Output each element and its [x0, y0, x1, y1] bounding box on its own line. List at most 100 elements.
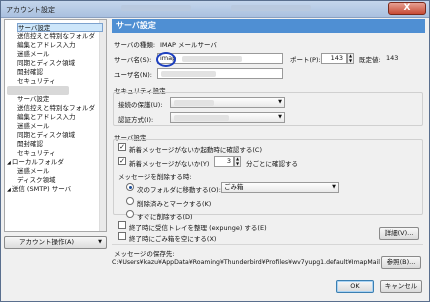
close-button[interactable]: X [388, 2, 426, 15]
delete-immediately-radio[interactable] [126, 210, 134, 218]
account-actions-button[interactable]: アカウント操作(A) ▼ [4, 236, 107, 249]
check-startup-label: 新着メッセージがないか起動時に確認する(C) [129, 146, 262, 154]
move-folder-label: 次のフォルダに移動する(O): [137, 186, 221, 194]
sidebar-item-label: セキュリティ [17, 77, 56, 85]
sidebar-item[interactable]: 迷惑メール [17, 122, 103, 131]
window-title: アカウント設定 [6, 6, 55, 14]
expunge-label: 終了時に受信トレイを整理 (expunge) する(E) [129, 224, 267, 232]
check-interval-input[interactable]: 3 [214, 156, 234, 167]
blurred-value [174, 100, 214, 106]
sidebar-item-label: セキュリティ [17, 149, 56, 157]
check-interval-value: 3 [226, 157, 231, 165]
check-every-label: 新着メッセージがないか(Y) [129, 160, 210, 168]
annotation-circle [156, 52, 176, 67]
divider [112, 244, 423, 245]
server-type-label: サーバの種類: [114, 41, 156, 49]
blurred-value [174, 115, 229, 121]
browse-button[interactable]: 参照(B)... [381, 256, 421, 269]
expand-triangle-icon[interactable]: ◢ [7, 160, 11, 166]
sidebar-item-label: 迷惑メール [17, 122, 50, 130]
mark-deleted-radio[interactable] [126, 197, 134, 205]
sidebar-item[interactable]: 編集とアドレス入力 [17, 113, 103, 122]
empty-trash-checkbox[interactable] [118, 232, 126, 240]
storage-path: C:¥Users¥kazu¥AppData¥Roaming¥Thunderbir… [112, 259, 380, 266]
sidebar-item-label: 編集とアドレス入力 [17, 113, 76, 121]
sidebar-item[interactable]: 迷惑メール [17, 167, 103, 176]
sidebar-item-label: 迷惑メール [17, 167, 50, 175]
sidebar-item-label: 編集とアドレス入力 [17, 41, 76, 49]
port-spinner[interactable]: ▲ ▼ [347, 53, 354, 64]
sidebar-item[interactable]: 同期とディスク領域 [17, 131, 103, 140]
sidebar-item[interactable]: 送信控えと特別なフォルダ [17, 32, 103, 41]
expand-triangle-icon[interactable]: ◢ [7, 187, 11, 193]
auth-method-label: 認証方式(I): [118, 116, 154, 124]
server-type-value: IMAP メールサーバ [160, 41, 217, 49]
chevron-down-icon: ▼ [332, 184, 336, 190]
connection-security-label: 接続の保護(U): [118, 101, 163, 109]
sidebar-item[interactable]: 送信控えと特別なフォルダ [17, 104, 103, 113]
check-every-suffix: 分ごとに確認する [246, 160, 298, 168]
check-interval-spinner[interactable]: ▲ ▼ [234, 156, 241, 167]
sidebar-item[interactable]: 開封確認 [17, 140, 103, 149]
check-startup-checkbox[interactable]: ✓ [118, 143, 126, 151]
sidebar-item-label: 同期とディスク領域 [17, 59, 76, 67]
chevron-down-icon: ▼ [278, 114, 282, 120]
check-every-checkbox[interactable]: ✓ [118, 157, 126, 165]
sidebar-item[interactable]: ◢ローカルフォルダ [7, 158, 103, 167]
sidebar-item[interactable]: サーバ設定 [17, 95, 103, 104]
username-input[interactable] [157, 68, 283, 79]
expunge-checkbox[interactable] [118, 221, 126, 229]
default-port-value: 143 [386, 54, 399, 62]
sidebar-item[interactable]: 編集とアドレス入力 [17, 41, 103, 50]
blurred-hostname [182, 56, 242, 62]
sidebar-item[interactable]: サーバ設定 [17, 23, 103, 32]
delete-immediately-label: すぐに削除する(D) [137, 213, 193, 221]
username-label: ユーザ名(N): [114, 71, 152, 79]
page-title: サーバ設定 [112, 19, 425, 33]
auth-method-select[interactable]: ▼ [170, 112, 285, 123]
sidebar-item-label: ディスク領域 [17, 176, 56, 184]
port-value: 143 [330, 54, 343, 62]
chevron-down-icon: ▼ [98, 239, 102, 245]
server-name-label: サーバ名(S): [114, 56, 152, 64]
sidebar-item-label: 送信控えと特別なフォルダ [17, 104, 95, 112]
trash-folder-select[interactable]: ごみ箱 ▼ [221, 182, 339, 193]
advanced-button[interactable]: 詳細(V)... [379, 227, 419, 240]
chevron-down-icon: ▼ [278, 99, 282, 105]
sidebar-item[interactable]: セキュリティ [17, 77, 103, 86]
blurred-title-text [231, 5, 311, 11]
title-bar: アカウント設定 X [1, 1, 429, 18]
port-input[interactable]: 143 [321, 53, 347, 64]
port-label: ポート(P): [290, 56, 321, 64]
sidebar-item-label: 送信控えと特別なフォルダ [17, 32, 95, 40]
account-actions-label: アカウント操作(A) [19, 238, 75, 246]
sidebar-item[interactable]: xxxxxxxxxxxxxxxx [7, 86, 103, 95]
sidebar-item[interactable]: ◢送信 (SMTP) サーバ [7, 185, 103, 194]
blurred-title-text [121, 5, 191, 11]
default-port-label: 既定値: [359, 56, 381, 64]
sidebar-item-label: xxxxxxxxxxxxxxxx [7, 86, 69, 95]
sidebar-item[interactable]: 迷惑メール [17, 50, 103, 59]
trash-folder-value: ごみ箱 [224, 183, 244, 191]
empty-trash-label: 終了時にごみ箱を空にする(X) [129, 235, 217, 243]
sidebar-item-label: ローカルフォルダ [11, 158, 64, 166]
sidebar-item-label: 迷惑メール [17, 50, 50, 58]
sidebar-item[interactable]: 同期とディスク領域 [17, 59, 103, 68]
sidebar-item-label: 送信 (SMTP) サーバ [11, 185, 72, 193]
account-tree: サーバ設定 送信控えと特別なフォルダ 編集とアドレス入力 迷惑メール 同期とディスク領域… [4, 19, 107, 232]
connection-security-select[interactable]: ▼ [170, 97, 285, 108]
sidebar-item-label: 開封確認 [17, 140, 43, 148]
sidebar-item[interactable]: 開封確認 [17, 68, 103, 77]
sidebar-item[interactable]: セキュリティ [17, 149, 103, 158]
sidebar-item-label: サーバ設定 [17, 95, 50, 103]
sidebar-item-label: 同期とディスク領域 [17, 131, 76, 139]
ok-button[interactable]: OK [336, 280, 374, 293]
delete-group-label: メッセージを削除する時: [118, 173, 192, 181]
sidebar-item-label: 開封確認 [17, 68, 43, 76]
sidebar-item-label: サーバ設定 [18, 24, 51, 32]
blurred-username [161, 71, 216, 77]
move-folder-radio[interactable] [126, 183, 134, 191]
sidebar-item[interactable]: ディスク領域 [17, 176, 103, 185]
cancel-button[interactable]: キャンセル [380, 280, 422, 293]
mark-deleted-label: 削除済みとマークする(K) [137, 200, 212, 208]
